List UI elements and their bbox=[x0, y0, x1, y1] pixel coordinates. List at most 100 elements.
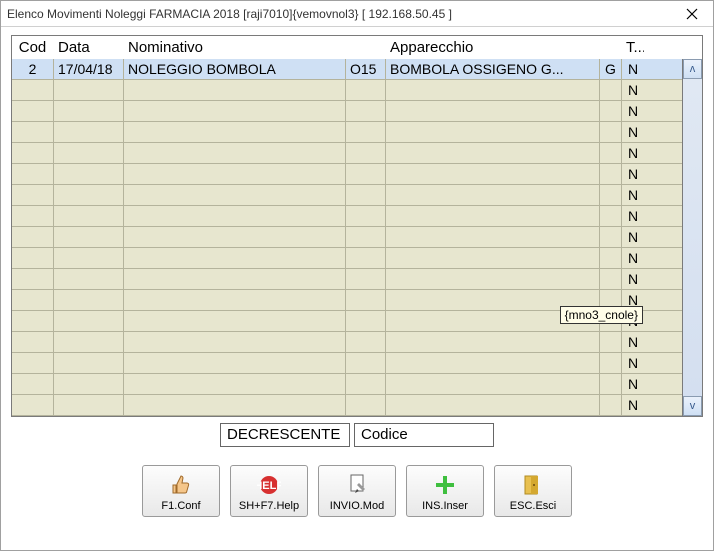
cell-cod bbox=[12, 206, 54, 226]
cell-g bbox=[600, 206, 622, 226]
cell-g bbox=[600, 80, 622, 100]
cell-appcode bbox=[346, 122, 386, 142]
col-data[interactable]: Data bbox=[54, 36, 124, 59]
help-label: SH+F7.Help bbox=[239, 500, 299, 512]
cell-cod bbox=[12, 269, 54, 289]
table-row[interactable]: N bbox=[12, 269, 682, 290]
help-icon: HELP bbox=[255, 472, 283, 498]
cell-appcode bbox=[346, 248, 386, 268]
cell-g bbox=[600, 122, 622, 142]
col-cod[interactable]: Cod bbox=[12, 36, 54, 59]
cell-g bbox=[600, 353, 622, 373]
col-nominativo[interactable]: Nominativo bbox=[124, 36, 346, 59]
conf-button[interactable]: F1.Conf bbox=[142, 465, 220, 517]
table-row[interactable]: N bbox=[12, 353, 682, 374]
table-row[interactable]: N bbox=[12, 164, 682, 185]
cell-app bbox=[386, 395, 600, 415]
toolbar: F1.Conf HELP SH+F7.Help INVIO.Mod INS.In… bbox=[11, 465, 703, 525]
cell-g bbox=[600, 374, 622, 394]
cell-nom bbox=[124, 185, 346, 205]
cell-t: N bbox=[622, 143, 644, 163]
cell-g: G bbox=[600, 59, 622, 79]
cell-app bbox=[386, 269, 600, 289]
table-row[interactable]: N bbox=[12, 101, 682, 122]
table-row[interactable]: 217/04/18NOLEGGIO BOMBOLAO15BOMBOLA OSSI… bbox=[12, 59, 682, 80]
cell-app bbox=[386, 374, 600, 394]
close-button[interactable] bbox=[677, 3, 707, 25]
cell-cod bbox=[12, 248, 54, 268]
grid-body-wrap: 217/04/18NOLEGGIO BOMBOLAO15BOMBOLA OSSI… bbox=[12, 59, 702, 416]
cell-data bbox=[54, 248, 124, 268]
cell-t: N bbox=[622, 248, 644, 268]
cell-t: N bbox=[622, 164, 644, 184]
table-row[interactable]: N bbox=[12, 206, 682, 227]
window-title: Elenco Movimenti Noleggi FARMACIA 2018 [… bbox=[7, 7, 677, 21]
cell-data bbox=[54, 101, 124, 121]
cell-appcode bbox=[346, 143, 386, 163]
esci-button[interactable]: ESC.Esci bbox=[494, 465, 572, 517]
col-apparecchio-code[interactable] bbox=[346, 36, 386, 59]
cell-g bbox=[600, 143, 622, 163]
cell-cod bbox=[12, 101, 54, 121]
cell-nom bbox=[124, 164, 346, 184]
cell-appcode bbox=[346, 227, 386, 247]
col-g[interactable] bbox=[600, 36, 622, 59]
cell-cod bbox=[12, 227, 54, 247]
cell-g bbox=[600, 227, 622, 247]
scroll-up-button[interactable]: ʌ bbox=[683, 59, 702, 79]
cell-t: N bbox=[622, 206, 644, 226]
cell-nom bbox=[124, 311, 346, 331]
cell-cod bbox=[12, 374, 54, 394]
cell-app bbox=[386, 248, 600, 268]
grid-body[interactable]: 217/04/18NOLEGGIO BOMBOLAO15BOMBOLA OSSI… bbox=[12, 59, 682, 416]
cell-data bbox=[54, 143, 124, 163]
table-row[interactable]: N bbox=[12, 80, 682, 101]
sort-field[interactable]: Codice bbox=[354, 423, 494, 447]
scroll-track[interactable] bbox=[683, 79, 702, 396]
table-row[interactable]: N bbox=[12, 122, 682, 143]
cell-appcode bbox=[346, 395, 386, 415]
table-row[interactable]: N bbox=[12, 185, 682, 206]
cell-app bbox=[386, 122, 600, 142]
table-row[interactable]: N bbox=[12, 374, 682, 395]
titlebar: Elenco Movimenti Noleggi FARMACIA 2018 [… bbox=[1, 1, 713, 27]
data-grid: Cod Data Nominativo Apparecchio T... 217… bbox=[11, 35, 703, 417]
cell-data bbox=[54, 122, 124, 142]
cell-data bbox=[54, 164, 124, 184]
col-t[interactable]: T... bbox=[622, 36, 644, 59]
table-row[interactable]: N bbox=[12, 227, 682, 248]
order-field[interactable]: DECRESCENTE bbox=[220, 423, 350, 447]
cell-data bbox=[54, 185, 124, 205]
cell-t: N bbox=[622, 80, 644, 100]
cell-appcode bbox=[346, 206, 386, 226]
help-button[interactable]: HELP SH+F7.Help bbox=[230, 465, 308, 517]
cell-appcode bbox=[346, 101, 386, 121]
cell-g bbox=[600, 332, 622, 352]
cell-app bbox=[386, 227, 600, 247]
cell-data bbox=[54, 374, 124, 394]
scroll-down-button[interactable]: v bbox=[683, 396, 702, 416]
mod-button[interactable]: INVIO.Mod bbox=[318, 465, 396, 517]
content-area: Cod Data Nominativo Apparecchio T... 217… bbox=[1, 27, 713, 550]
table-row[interactable]: N bbox=[12, 143, 682, 164]
col-apparecchio[interactable]: Apparecchio bbox=[386, 36, 600, 59]
cell-cod bbox=[12, 164, 54, 184]
table-row[interactable]: N bbox=[12, 248, 682, 269]
cell-cod bbox=[12, 185, 54, 205]
cell-t: N bbox=[622, 332, 644, 352]
thumbs-up-icon bbox=[167, 472, 195, 498]
cell-data bbox=[54, 206, 124, 226]
table-row[interactable]: N bbox=[12, 332, 682, 353]
cell-nom bbox=[124, 206, 346, 226]
cell-cod bbox=[12, 353, 54, 373]
cell-cod bbox=[12, 122, 54, 142]
inser-button[interactable]: INS.Inser bbox=[406, 465, 484, 517]
cell-app bbox=[386, 332, 600, 352]
vertical-scrollbar[interactable]: ʌ v bbox=[682, 59, 702, 416]
cell-cod bbox=[12, 80, 54, 100]
cell-app: BOMBOLA OSSIGENO G... bbox=[386, 59, 600, 79]
table-row[interactable]: N bbox=[12, 395, 682, 416]
cell-appcode bbox=[346, 311, 386, 331]
cell-appcode bbox=[346, 353, 386, 373]
cell-app bbox=[386, 185, 600, 205]
